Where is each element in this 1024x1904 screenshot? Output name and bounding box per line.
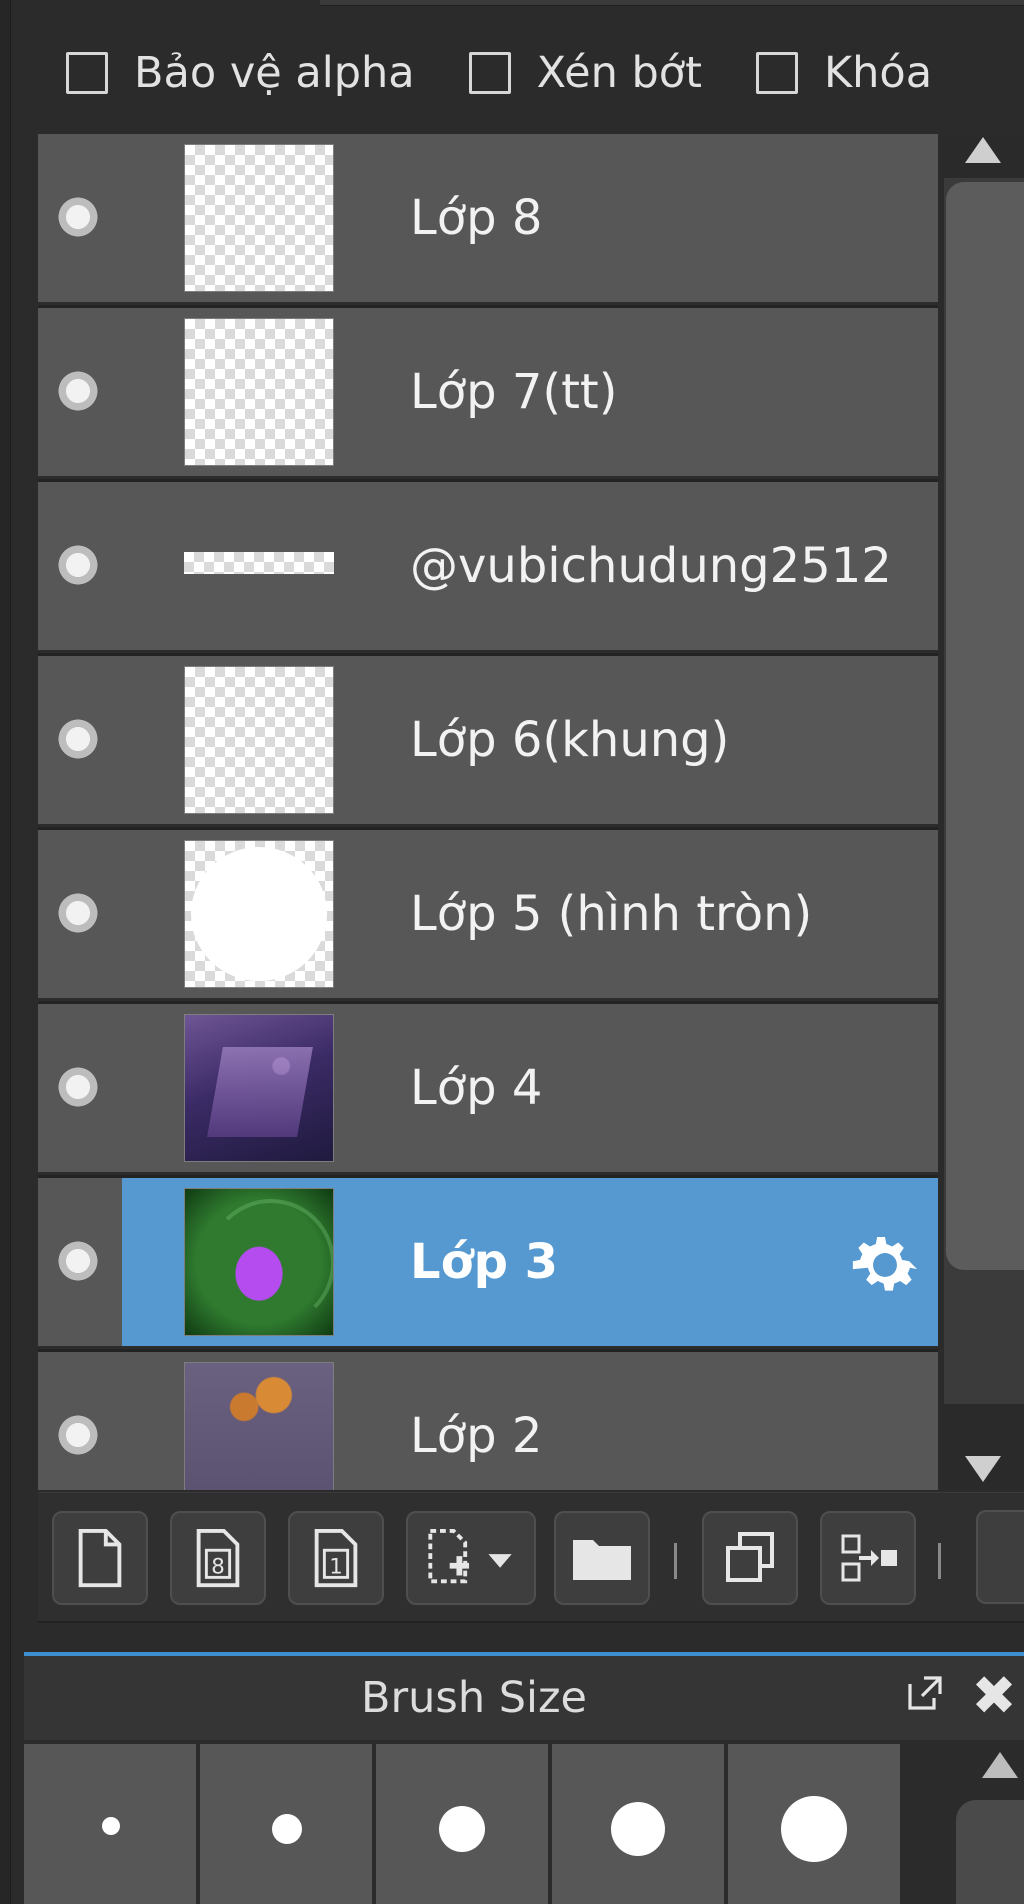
clipping-checkbox[interactable] [468,52,511,94]
protect-alpha-label: Bảo vệ alpha [134,48,415,98]
layer-thumbnail [184,666,334,814]
new-folder-button[interactable] [554,1511,650,1605]
lock-checkbox[interactable] [755,52,798,94]
new-8bit-layer-icon: 8 [196,1528,240,1588]
icon-digit-one: 1 [329,1555,343,1580]
layer-thumbnail [184,552,334,574]
layer-toolbar: 8 1 [38,1492,1024,1623]
layer-options-row: Bảo vệ alpha Xén bớt Khóa [10,38,1024,108]
panel-left-edge [0,0,11,1904]
layer-thumbnail [184,144,334,292]
visibility-toggle-icon[interactable] [56,1413,100,1457]
add-layer-dropdown-icon [428,1528,512,1584]
lock-option[interactable]: Khóa [755,48,933,98]
toolbar-overflow-button[interactable] [976,1510,1024,1604]
toolbar-separator [674,1543,677,1579]
layer-name: Lớp 7(tt) [410,364,618,420]
lock-label: Khóa [823,48,933,98]
scroll-down-arrow-icon[interactable] [965,1456,1001,1482]
visibility-toggle-icon[interactable] [56,891,100,935]
brush-dot-icon [611,1802,665,1856]
visibility-toggle-icon[interactable] [56,717,100,761]
new-1bit-layer-icon: 1 [314,1528,358,1588]
popout-icon[interactable] [904,1674,944,1714]
new-layer-button[interactable] [52,1511,148,1605]
brush-size-cell[interactable] [200,1744,372,1904]
layer-row[interactable]: @vubichudung2512 [38,482,938,653]
layer-thumbnail [184,1014,334,1162]
merge-layer-button[interactable] [820,1511,916,1605]
clipping-label: Xén bớt [536,48,702,98]
icon-digit-eight: 8 [211,1555,225,1580]
layer-list: Lớp 8 Lớp 7(tt) @vubichudung2512 Lớp 6(k… [38,134,938,1490]
protect-alpha-checkbox[interactable] [66,52,108,94]
layer-row[interactable]: Lớp 6(khung) [38,656,938,827]
brush-dot-icon [439,1806,485,1852]
clipping-option[interactable]: Xén bớt [468,48,702,98]
add-layer-dropdown-button[interactable] [406,1511,536,1605]
new-folder-icon [573,1540,631,1580]
layer-row-selected[interactable]: Lớp 3 [38,1178,938,1349]
layer-name: Lớp 2 [410,1408,543,1464]
visibility-toggle-icon[interactable] [56,543,100,587]
brush-size-panel-header: Brush Size ✖ [24,1656,1024,1740]
layer-thumbnail [184,318,334,466]
layer-thumbnail [184,1362,334,1490]
visibility-toggle-icon[interactable] [56,195,100,239]
protect-alpha-option[interactable]: Bảo vệ alpha [66,48,415,98]
layer-name: Lớp 4 [410,1060,543,1116]
duplicate-layer-icon [726,1532,774,1582]
layer-name: Lớp 6(khung) [410,712,730,768]
gear-icon[interactable] [844,1224,926,1306]
merge-layer-icon [841,1534,897,1582]
layer-row[interactable]: Lớp 8 [38,134,938,305]
brush-size-cell[interactable] [728,1744,900,1904]
layer-name: Lớp 3 [410,1234,559,1290]
panel-top-strip [320,0,1024,6]
layer-name: @vubichudung2512 [410,538,892,594]
layer-name: Lớp 5 (hình tròn) [410,886,813,942]
close-icon[interactable]: ✖ [970,1668,1018,1724]
toolbar-separator [938,1543,941,1579]
layer-row[interactable]: Lớp 7(tt) [38,308,938,479]
brush-scroll-up-arrow-icon[interactable] [982,1752,1018,1778]
new-layer-icon [78,1528,122,1588]
brush-dot-icon [272,1814,302,1844]
new-1bit-layer-button[interactable]: 1 [288,1511,384,1605]
brush-dot-icon [102,1817,120,1835]
layer-thumbnail [184,1188,334,1336]
visibility-toggle-icon[interactable] [56,1239,100,1283]
layer-row[interactable]: Lớp 2 [38,1352,938,1490]
layer-name: Lớp 8 [410,190,543,246]
brush-dot-icon [781,1796,847,1862]
duplicate-layer-button[interactable] [702,1511,798,1605]
brush-scrollbar-thumb[interactable] [956,1800,1024,1904]
layer-row[interactable]: Lớp 4 [38,1004,938,1175]
scroll-up-arrow-icon[interactable] [965,137,1001,163]
visibility-toggle-icon[interactable] [56,369,100,413]
brush-size-cell[interactable] [552,1744,724,1904]
brush-size-cell[interactable] [24,1744,196,1904]
popout-icon-svg [908,1676,942,1710]
layer-thumbnail [184,840,334,988]
layer-row[interactable]: Lớp 5 (hình tròn) [38,830,938,1001]
visibility-toggle-icon[interactable] [56,1065,100,1109]
brush-size-title: Brush Size [360,1673,588,1723]
new-8bit-layer-button[interactable]: 8 [170,1511,266,1605]
layer-scrollbar-thumb[interactable] [946,182,1024,1270]
brush-size-grid [24,1744,1024,1904]
gear-icon-svg [852,1236,918,1291]
brush-size-cell[interactable] [376,1744,548,1904]
